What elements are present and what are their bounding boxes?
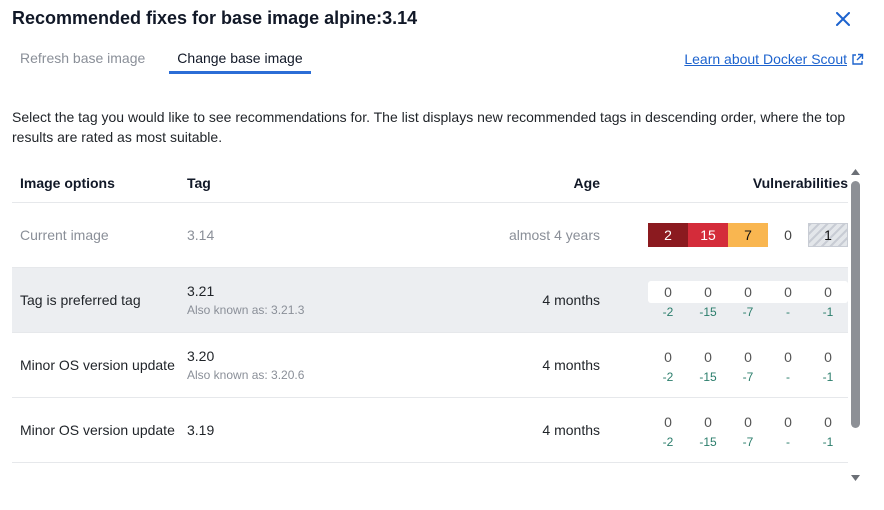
row-age: 4 months xyxy=(542,422,600,438)
description-text: Select the tag you would like to see rec… xyxy=(12,109,846,145)
header-tag: Tag xyxy=(187,174,211,191)
high-delta: -15 xyxy=(699,305,717,319)
learn-link-label: Learn about Docker Scout xyxy=(684,51,847,67)
low-count: 0 xyxy=(784,414,792,430)
scroll-up-arrow[interactable] xyxy=(848,166,862,178)
row-tag: 3.19 xyxy=(187,422,215,438)
current-image-row: Current image 3.14 almost 4 years 2 15 7… xyxy=(12,203,848,268)
dialog-title: Recommended fixes for base image alpine:… xyxy=(12,7,418,28)
unspecified-count: 0 xyxy=(824,284,832,300)
unspecified-delta: -1 xyxy=(822,435,834,449)
critical-delta: -2 xyxy=(662,370,674,384)
vulnerability-counts: 0 0 0 0 0 -2 -15 -7 - -1 xyxy=(648,411,848,449)
row-option-label: Tag is preferred tag xyxy=(20,292,141,308)
triangle-down-icon xyxy=(850,475,860,481)
row-aka: Also known as: 3.21.3 xyxy=(187,303,305,317)
unspecified-count: 0 xyxy=(824,414,832,430)
row-aka: Also known as: 3.20.6 xyxy=(187,368,305,382)
high-count-chip: 15 xyxy=(688,223,728,247)
high-count: 0 xyxy=(704,284,712,300)
close-button[interactable] xyxy=(832,8,854,30)
current-image-label: Current image xyxy=(20,227,109,243)
medium-delta: -7 xyxy=(742,305,754,319)
external-link-icon xyxy=(852,53,864,65)
header-age: Age xyxy=(573,174,600,191)
vulnerability-counts: 0 0 0 0 0 -2 -15 -7 - -1 xyxy=(648,346,848,384)
high-count: 0 xyxy=(704,349,712,365)
unspecified-delta: -1 xyxy=(822,305,834,319)
medium-delta: -7 xyxy=(742,435,754,449)
high-delta: -15 xyxy=(699,435,717,449)
low-count: 0 xyxy=(784,284,792,300)
critical-delta: -2 xyxy=(662,435,674,449)
table-row[interactable]: Minor OS version update 3.19 4 months 0 … xyxy=(12,398,848,463)
low-count: 0 xyxy=(784,349,792,365)
table-header: Image options Tag Age Vulnerabilities xyxy=(12,163,848,203)
row-age: 4 months xyxy=(542,292,600,308)
low-delta: - xyxy=(786,370,790,384)
header-image-options: Image options xyxy=(20,174,115,191)
triangle-up-icon xyxy=(850,169,860,175)
recommendations-table: Image options Tag Age Vulnerabilities Cu… xyxy=(12,163,848,463)
current-image-age: almost 4 years xyxy=(508,227,600,243)
header-vulnerabilities: Vulnerabilities xyxy=(752,174,848,191)
tab-change-base-image[interactable]: Change base image xyxy=(169,44,311,74)
medium-count: 0 xyxy=(744,284,752,300)
medium-count: 0 xyxy=(744,414,752,430)
vulnerability-chips: 2 15 7 0 1 xyxy=(648,223,848,247)
dialog-header: Recommended fixes for base image alpine:… xyxy=(12,6,417,30)
row-age: 4 months xyxy=(542,357,600,373)
critical-count: 0 xyxy=(664,349,672,365)
unspecified-delta: -1 xyxy=(822,370,834,384)
scrollbar-thumb[interactable] xyxy=(851,181,860,428)
unspecified-count: 0 xyxy=(824,349,832,365)
table-row[interactable]: Minor OS version update 3.20 Also known … xyxy=(12,333,848,398)
high-count: 0 xyxy=(704,414,712,430)
vulnerability-counts: 0 0 0 0 0 -2 -15 -7 - -1 xyxy=(648,281,848,319)
unspecified-count-chip: 1 xyxy=(808,223,848,247)
critical-count: 0 xyxy=(664,414,672,430)
row-tag: 3.20 xyxy=(187,348,215,364)
low-delta: - xyxy=(786,435,790,449)
partially-visible-row xyxy=(12,464,848,484)
tab-refresh-base-image[interactable]: Refresh base image xyxy=(12,44,153,74)
medium-count-chip: 7 xyxy=(728,223,768,247)
table-scrollbar[interactable] xyxy=(848,166,862,484)
current-image-tag: 3.14 xyxy=(187,227,215,243)
scroll-down-arrow[interactable] xyxy=(848,472,862,484)
critical-delta: -2 xyxy=(662,305,674,319)
close-icon xyxy=(836,12,850,26)
high-delta: -15 xyxy=(699,370,717,384)
row-tag: 3.21 xyxy=(187,283,215,299)
critical-count: 0 xyxy=(664,284,672,300)
tab-bar: Refresh base image Change base image xyxy=(12,44,327,76)
low-count-chip: 0 xyxy=(784,227,792,243)
row-option-label: Minor OS version update xyxy=(20,357,175,373)
row-option-label: Minor OS version update xyxy=(20,422,175,438)
low-delta: - xyxy=(786,305,790,319)
table-row[interactable]: Tag is preferred tag 3.21 Also known as:… xyxy=(12,268,848,333)
critical-count-chip: 2 xyxy=(648,223,688,247)
medium-delta: -7 xyxy=(742,370,754,384)
learn-docker-scout-link[interactable]: Learn about Docker Scout xyxy=(684,51,864,67)
medium-count: 0 xyxy=(744,349,752,365)
